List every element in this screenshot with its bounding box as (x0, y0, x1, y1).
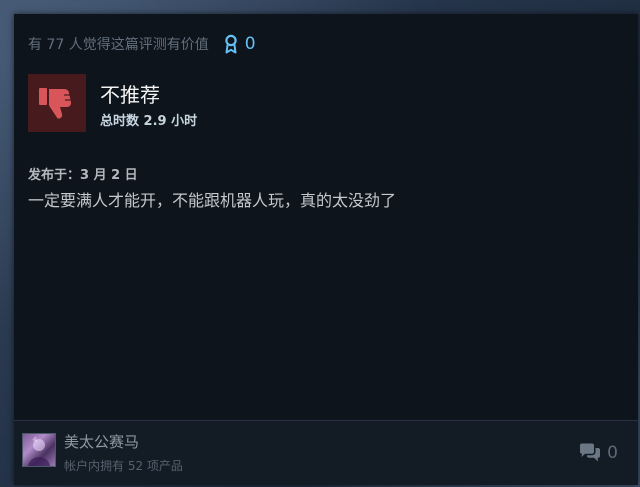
review-card: 有 77 人觉得这篇评测有价值 0 不推荐 总时数 2.9 小时 发布于：3 月… (14, 14, 638, 485)
review-body: 一定要满人才能开，不能跟机器人玩，真的太没劲了 (28, 191, 397, 210)
review-footer: 美太公赛马 帐户内拥有 52 项产品 0 (14, 420, 638, 485)
author-products-owned: 帐户内拥有 52 项产品 (64, 459, 183, 473)
verdict-title: 不推荐 (100, 83, 160, 107)
author-name[interactable]: 美太公赛马 (64, 431, 139, 452)
comments-link[interactable]: 0 (579, 443, 618, 463)
playtime-hours: 总时数 2.9 小时 (100, 114, 198, 129)
comment-count: 0 (607, 443, 618, 463)
comment-bubbles-icon (580, 443, 601, 462)
award-ribbon-icon[interactable] (223, 34, 239, 54)
award-count: 0 (244, 34, 256, 54)
helpful-row: 有 77 人觉得这篇评测有价值 0 (28, 32, 256, 56)
review-verdict: 不推荐 总时数 2.9 小时 (28, 74, 197, 132)
avatar[interactable] (22, 433, 56, 467)
thumbs-down-icon (39, 88, 72, 119)
posted-date: 发布于：3 月 2 日 (28, 168, 138, 183)
helpful-text: 有 77 人觉得这篇评测有价值 (28, 37, 209, 53)
thumb-badge (28, 74, 86, 132)
